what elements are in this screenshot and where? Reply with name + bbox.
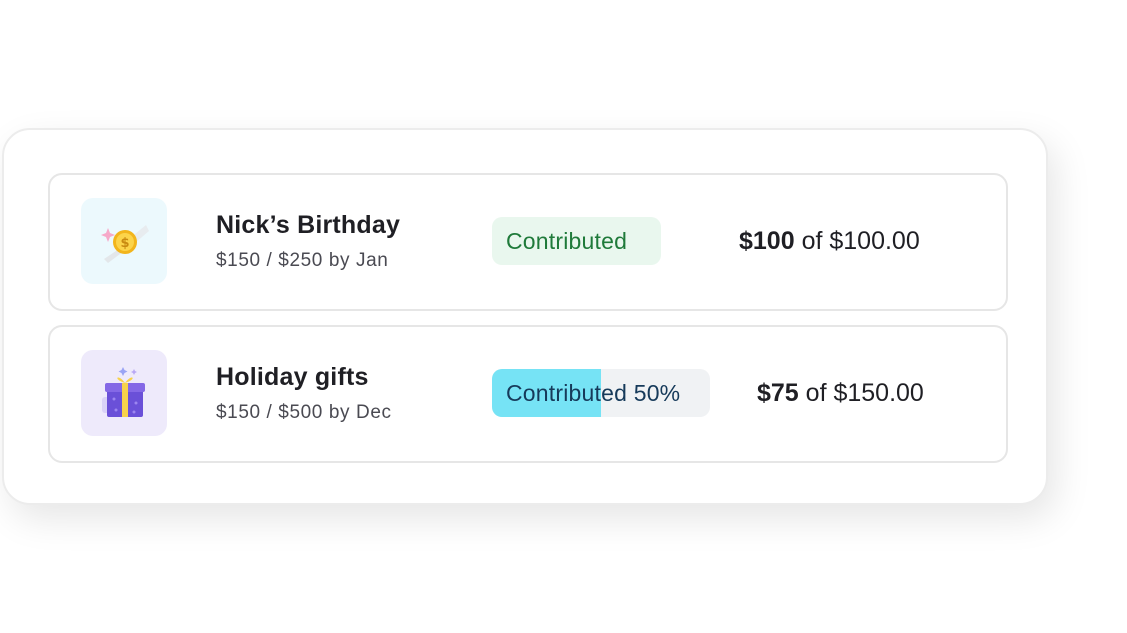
goal-amount: $100 of $100.00	[739, 227, 920, 256]
coin-icon: $	[101, 225, 149, 263]
progress-badge: Contributed 50%	[492, 369, 710, 417]
status-badge: Contributed	[492, 217, 661, 265]
goals-card: $ Nick’s Birthday $150 / $250 by Jan Con…	[2, 128, 1048, 505]
amount-contributed: $100	[739, 227, 795, 255]
goal-subtitle: $150 / $250 by Jan	[216, 250, 389, 271]
goal-title: Holiday gifts	[216, 363, 369, 391]
svg-text:$: $	[120, 236, 129, 251]
goal-amount: $75 of $150.00	[757, 379, 924, 408]
list-item-holiday-gifts[interactable]: Holiday gifts $150 / $500 by Dec Contrib…	[48, 325, 1008, 463]
progress-badge-label: Contributed 50%	[506, 380, 681, 406]
goal-thumbnail: $	[81, 198, 167, 284]
status-badge-label: Contributed	[506, 228, 628, 254]
goal-title: Nick’s Birthday	[216, 211, 401, 239]
goal-thumbnail	[81, 350, 167, 436]
list-item-nicks-birthday[interactable]: $ Nick’s Birthday $150 / $250 by Jan Con…	[48, 173, 1008, 311]
amount-total: of $100.00	[801, 227, 920, 255]
amount-total: of $150.00	[805, 379, 924, 407]
goal-subtitle: $150 / $500 by Dec	[216, 402, 392, 423]
amount-contributed: $75	[757, 379, 799, 407]
gift-icon	[102, 367, 145, 417]
